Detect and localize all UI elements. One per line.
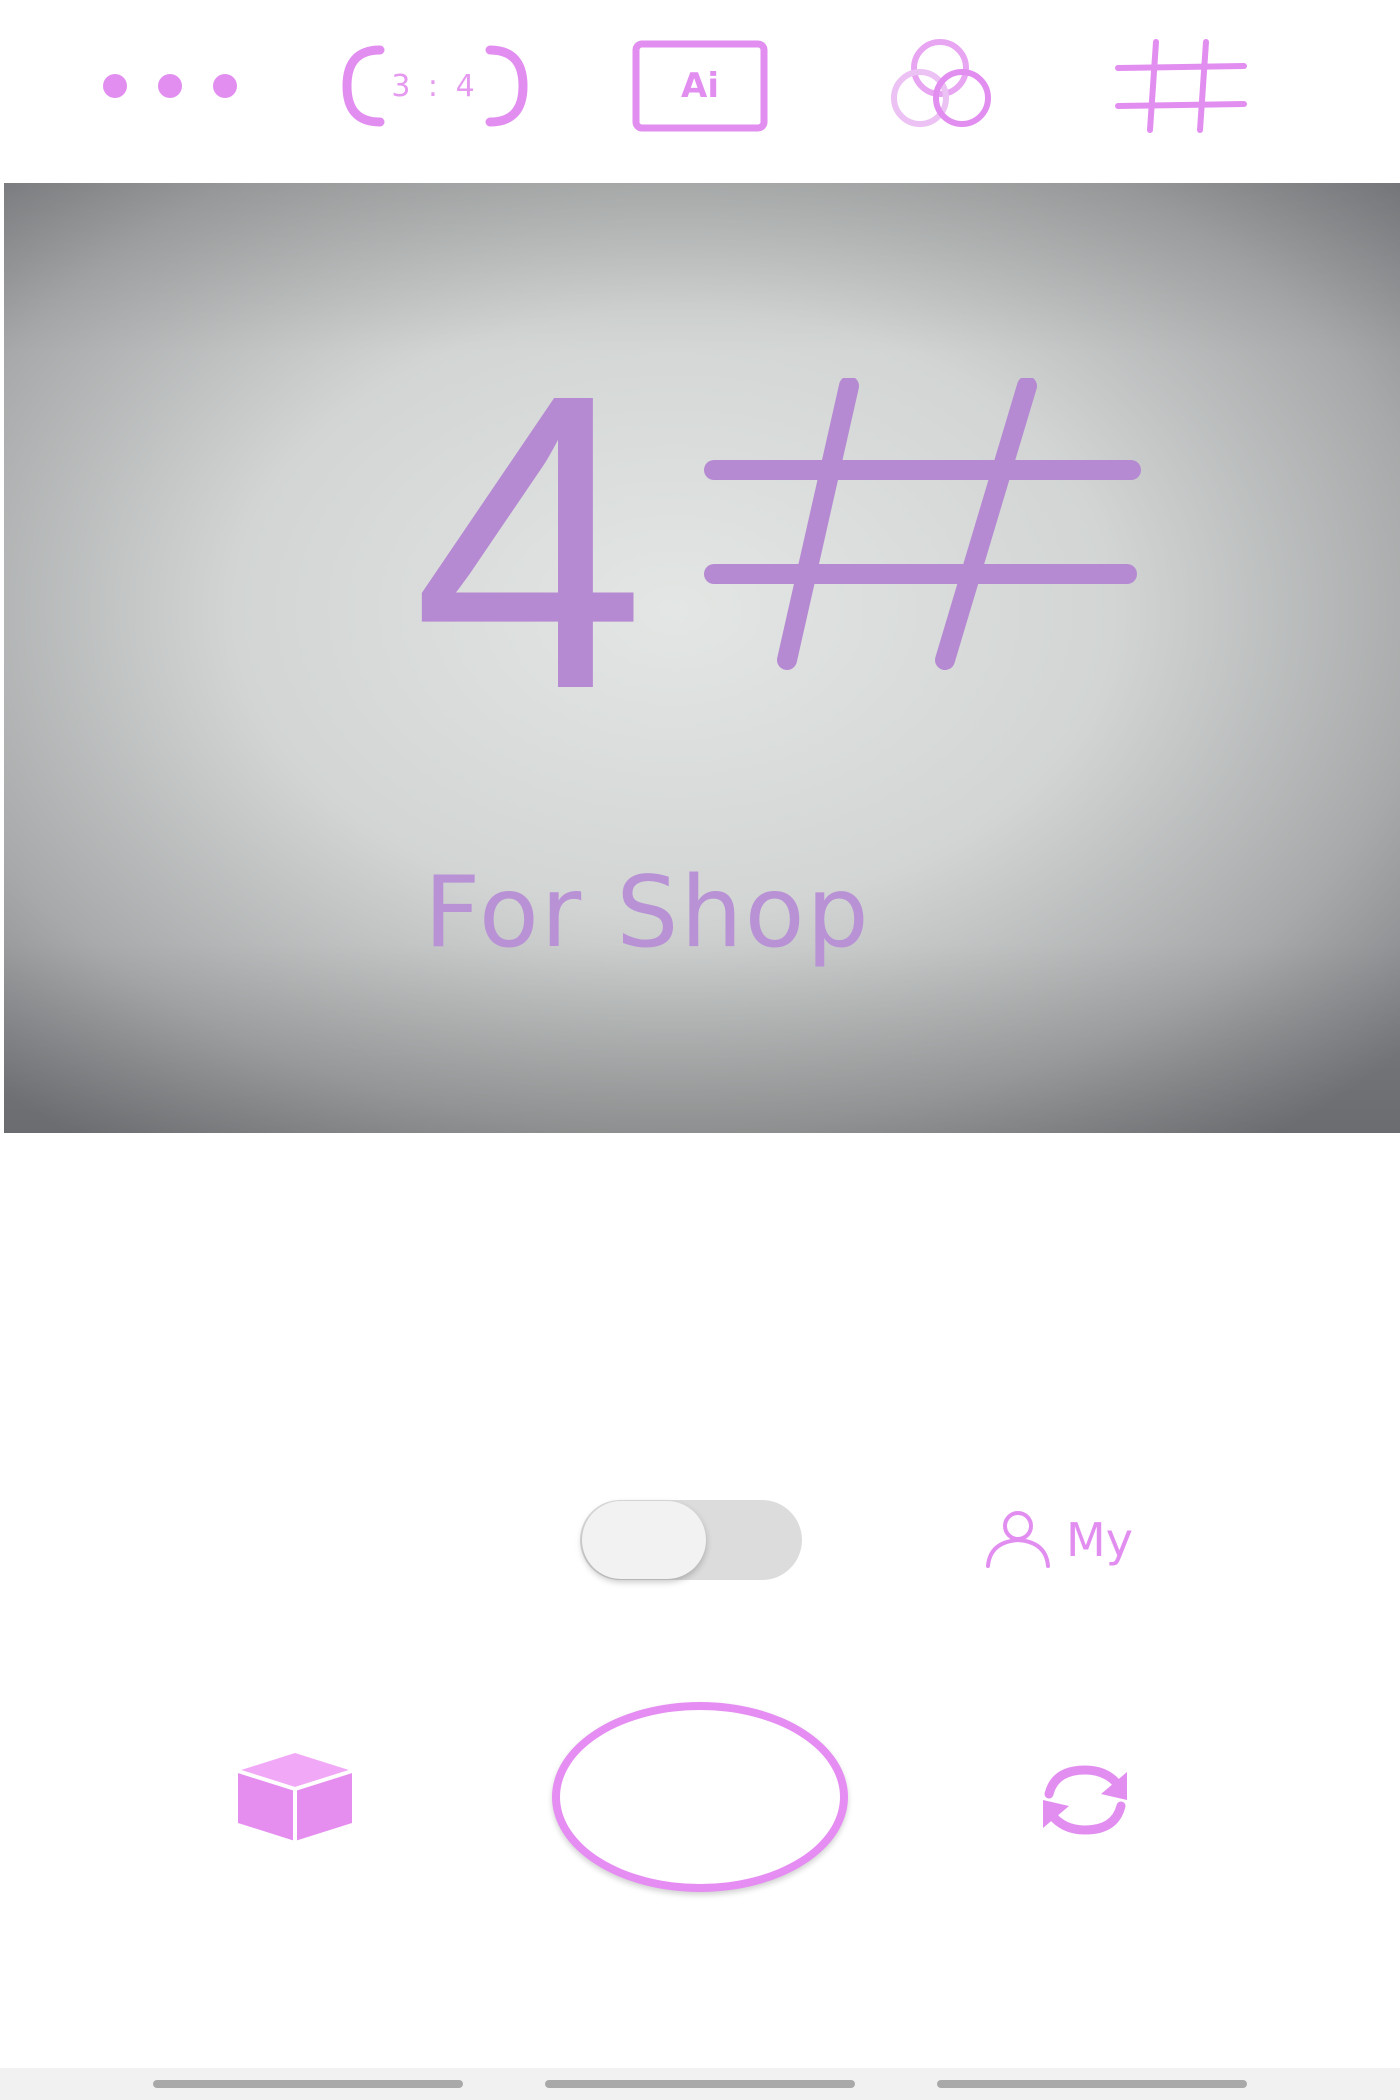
switch-camera-button[interactable] xyxy=(1030,1755,1140,1845)
more-button[interactable] xyxy=(95,36,245,136)
aspect-ratio-button[interactable]: 3 : 4 xyxy=(335,36,535,136)
ai-button[interactable]: Ai xyxy=(630,36,770,136)
more-dots-icon xyxy=(103,74,237,98)
my-profile-button[interactable]: My xyxy=(980,1505,1133,1575)
grid-button[interactable] xyxy=(1110,36,1250,136)
nav-indicator[interactable] xyxy=(153,2080,463,2088)
cube-icon xyxy=(237,1753,353,1841)
preview-hash-symbol xyxy=(704,378,1141,670)
filter-button[interactable] xyxy=(870,36,1010,136)
gallery-box-button[interactable] xyxy=(225,1735,365,1855)
nav-indicator[interactable] xyxy=(545,2080,855,2088)
camera-preview[interactable]: 4 For Shop xyxy=(4,183,1400,1133)
person-icon xyxy=(986,1511,1050,1568)
preview-main-text: 4 xyxy=(412,308,646,777)
shutter-button[interactable] xyxy=(552,1702,848,1892)
nav-indicator[interactable] xyxy=(937,2080,1247,2088)
top-toolbar: 3 : 4 Ai xyxy=(0,0,1400,180)
grid-hash-icon xyxy=(1115,39,1247,133)
toggle-knob xyxy=(582,1501,706,1579)
switch-camera-icon xyxy=(1043,1765,1127,1835)
preview-sub-text: For Shop xyxy=(424,856,871,970)
my-label: My xyxy=(1066,1513,1133,1567)
system-navigation-bar xyxy=(0,2068,1400,2100)
filter-circles-icon xyxy=(891,39,991,127)
aspect-ratio-label: 3 : 4 xyxy=(391,68,479,104)
ai-label: Ai xyxy=(681,66,719,106)
mode-toggle[interactable] xyxy=(580,1500,802,1580)
